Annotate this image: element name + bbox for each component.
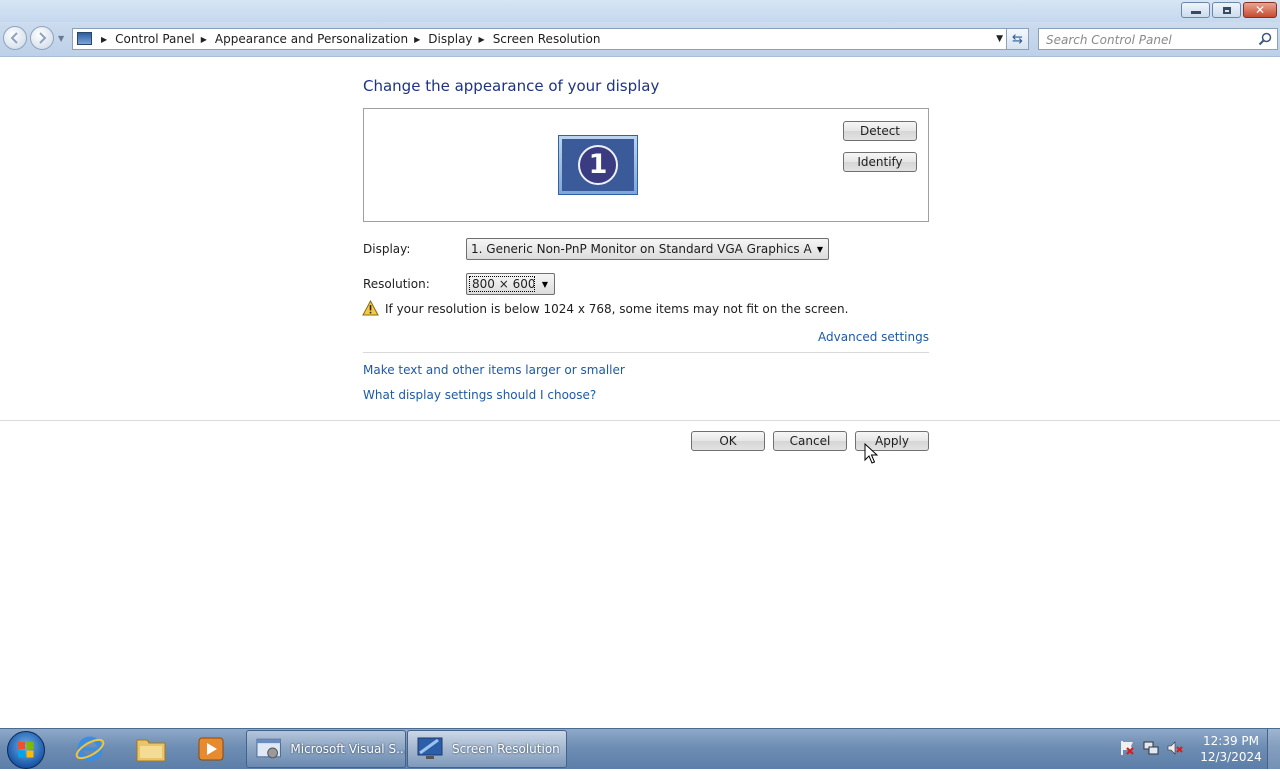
breadcrumb-control-panel[interactable]: Control Panel <box>115 32 195 46</box>
taskbar-item-label: Screen Resolution <box>452 742 560 756</box>
chevron-right-icon[interactable]: ▶ <box>479 35 485 44</box>
refresh-button[interactable]: ⇆ <box>1006 28 1029 50</box>
resolution-select[interactable]: 800 × 600 ▼ <box>466 273 555 295</box>
start-button[interactable] <box>7 731 45 769</box>
breadcrumb-screen-resolution[interactable]: Screen Resolution <box>493 32 601 46</box>
minimize-button[interactable] <box>1181 2 1210 18</box>
mouse-cursor-icon <box>864 443 878 464</box>
search-box[interactable] <box>1038 28 1278 51</box>
action-center-flag-icon[interactable] <box>1118 739 1136 757</box>
address-bar[interactable]: ▶ Control Panel ▶ Appearance and Persona… <box>72 28 1008 50</box>
system-clock[interactable]: 12:39 PM 12/3/2024 <box>1196 733 1266 765</box>
search-icon[interactable] <box>1258 32 1272 46</box>
title-bar: ✕ <box>0 0 1280 22</box>
media-player-icon <box>198 737 224 761</box>
refresh-icon: ⇆ <box>1012 31 1023 47</box>
page-title: Change the appearance of your display <box>363 77 660 95</box>
windows-logo-icon <box>18 742 34 758</box>
display-label: Display: <box>363 242 411 256</box>
display-settings-icon <box>417 737 443 759</box>
monitor-1[interactable]: 1 <box>558 135 638 195</box>
detect-button[interactable]: Detect <box>843 121 917 141</box>
cancel-button[interactable]: Cancel <box>773 431 847 451</box>
close-button[interactable]: ✕ <box>1243 2 1277 18</box>
clock-date: 12/3/2024 <box>1200 750 1262 764</box>
navigation-bar: ▼ ▶ Control Panel ▶ Appearance and Perso… <box>0 22 1280 57</box>
internet-explorer-icon <box>75 736 105 762</box>
display-select[interactable]: 1. Generic Non-PnP Monitor on Standard V… <box>466 238 829 260</box>
taskbar-item-label: Microsoft Visual S... <box>290 742 405 756</box>
breadcrumb-appearance[interactable]: Appearance and Personalization <box>215 32 408 46</box>
control-panel-icon <box>77 32 92 45</box>
volume-muted-icon[interactable] <box>1166 739 1184 757</box>
taskbar-item-visual-studio[interactable]: Microsoft Visual S... <box>246 730 406 768</box>
close-icon: ✕ <box>1254 3 1266 17</box>
divider <box>363 352 929 353</box>
ok-button[interactable]: OK <box>691 431 765 451</box>
text-size-link[interactable]: Make text and other items larger or smal… <box>363 363 625 377</box>
clock-time: 12:39 PM <box>1203 734 1259 748</box>
back-arrow-icon <box>10 32 18 44</box>
chevron-right-icon[interactable]: ▶ <box>101 35 107 44</box>
restore-icon <box>1222 6 1231 14</box>
recent-pages-dropdown[interactable]: ▼ <box>58 34 64 43</box>
taskbar-item-screen-resolution[interactable]: Screen Resolution <box>407 730 567 768</box>
chevron-right-icon[interactable]: ▶ <box>414 35 420 44</box>
taskbar: Microsoft Visual S... Screen Resolution … <box>0 728 1280 769</box>
chevron-right-icon[interactable]: ▶ <box>201 35 207 44</box>
chevron-down-icon: ▼ <box>816 244 824 254</box>
resolution-select-value: 800 × 600 <box>469 276 535 292</box>
advanced-settings-link[interactable]: Advanced settings <box>818 330 929 344</box>
forward-button[interactable] <box>30 26 54 50</box>
display-help-link[interactable]: What display settings should I choose? <box>363 388 596 402</box>
monitor-screen: 1 <box>562 139 634 191</box>
folder-icon <box>136 739 166 762</box>
minimize-icon <box>1190 11 1201 14</box>
resolution-warning: If your resolution is below 1024 x 768, … <box>385 302 849 316</box>
system-tray <box>1118 739 1190 757</box>
monitor-number: 1 <box>578 145 618 185</box>
media-player-pin[interactable] <box>189 731 233 767</box>
internet-explorer-pin[interactable] <box>68 731 112 767</box>
chevron-down-icon: ▼ <box>541 279 549 289</box>
window-controls: ✕ <box>1179 2 1277 18</box>
divider <box>0 420 1280 421</box>
warning-icon <box>362 300 379 316</box>
display-arrangement-panel: 1 Detect Identify <box>363 108 929 222</box>
breadcrumb-display[interactable]: Display <box>428 32 472 46</box>
identify-button[interactable]: Identify <box>843 152 917 172</box>
network-icon[interactable] <box>1142 739 1160 757</box>
show-desktop-button[interactable] <box>1267 729 1280 769</box>
back-button[interactable] <box>3 26 27 50</box>
forward-arrow-icon <box>39 32 47 44</box>
breadcrumb: ▶ Control Panel ▶ Appearance and Persona… <box>95 29 600 49</box>
display-select-value: 1. Generic Non-PnP Monitor on Standard V… <box>471 242 812 256</box>
windows-explorer-pin[interactable] <box>129 731 173 767</box>
address-dropdown-icon[interactable]: ▼ <box>996 34 1003 44</box>
visual-studio-icon <box>256 738 281 759</box>
restore-button[interactable] <box>1212 2 1241 18</box>
resolution-label: Resolution: <box>363 277 430 291</box>
search-input[interactable] <box>1039 29 1258 51</box>
